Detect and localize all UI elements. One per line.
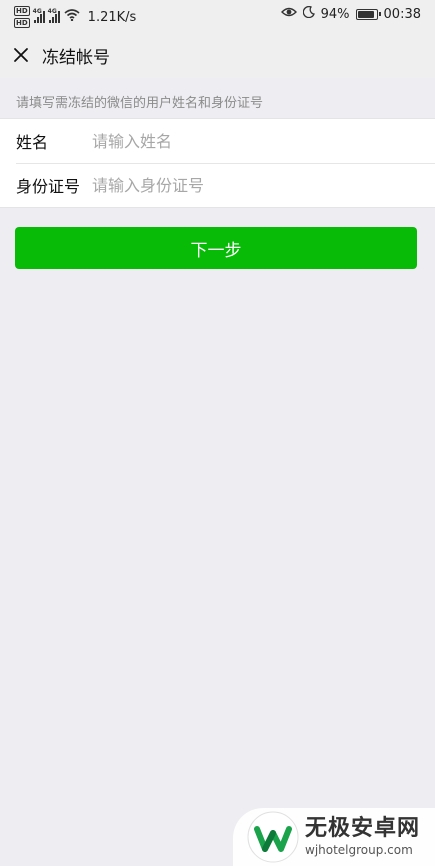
- battery-icon: [355, 8, 381, 20]
- name-input[interactable]: [92, 131, 412, 151]
- form-card: 姓名 身份证号: [0, 118, 435, 208]
- eye-icon: [280, 6, 297, 22]
- signal-icon: 4G: [32, 8, 45, 23]
- watermark-name: 无极安卓网: [305, 816, 421, 841]
- clock: 00:38: [383, 6, 421, 22]
- id-number-input[interactable]: [92, 175, 412, 195]
- net-speed: 1.21K/s: [87, 9, 137, 25]
- battery-tip: [378, 12, 381, 16]
- id-number-label: 身份证号: [16, 177, 81, 196]
- wifi-icon: [64, 9, 80, 25]
- signal-icon: 4G: [47, 8, 60, 23]
- form-hint: 请填写需冻结的微信的用户姓名和身份证号: [16, 96, 264, 111]
- id-number-row: 身份证号: [0, 163, 435, 207]
- battery-percent: 94%: [320, 6, 350, 22]
- title-bar: 冻结帐号: [0, 32, 435, 78]
- watermark-texts: 无极安卓网 wjhotelgroup.com: [305, 816, 420, 858]
- page-title: 冻结帐号: [42, 47, 110, 68]
- hd-icon: HD HD: [14, 6, 30, 28]
- status-left: HD HD 4G 4G 1.21K/s: [14, 6, 136, 28]
- network-type-label: 4G: [32, 8, 42, 15]
- watermark-url: wjhotelgroup.com: [305, 843, 413, 857]
- status-bar: HD HD 4G 4G 1.21K/s 94% 00:38: [0, 0, 435, 32]
- close-icon: [14, 48, 28, 62]
- network-type-label: 4G: [47, 8, 57, 15]
- next-button[interactable]: 下一步: [15, 227, 417, 269]
- watermark: 无极安卓网 wjhotelgroup.com: [233, 808, 435, 866]
- status-right: 94% 00:38: [280, 5, 421, 22]
- watermark-logo-icon: [247, 811, 299, 863]
- name-label: 姓名: [16, 133, 49, 152]
- moon-icon: [302, 5, 315, 22]
- battery-fill: [357, 10, 374, 18]
- close-button[interactable]: [0, 32, 42, 78]
- name-row: 姓名: [0, 119, 435, 163]
